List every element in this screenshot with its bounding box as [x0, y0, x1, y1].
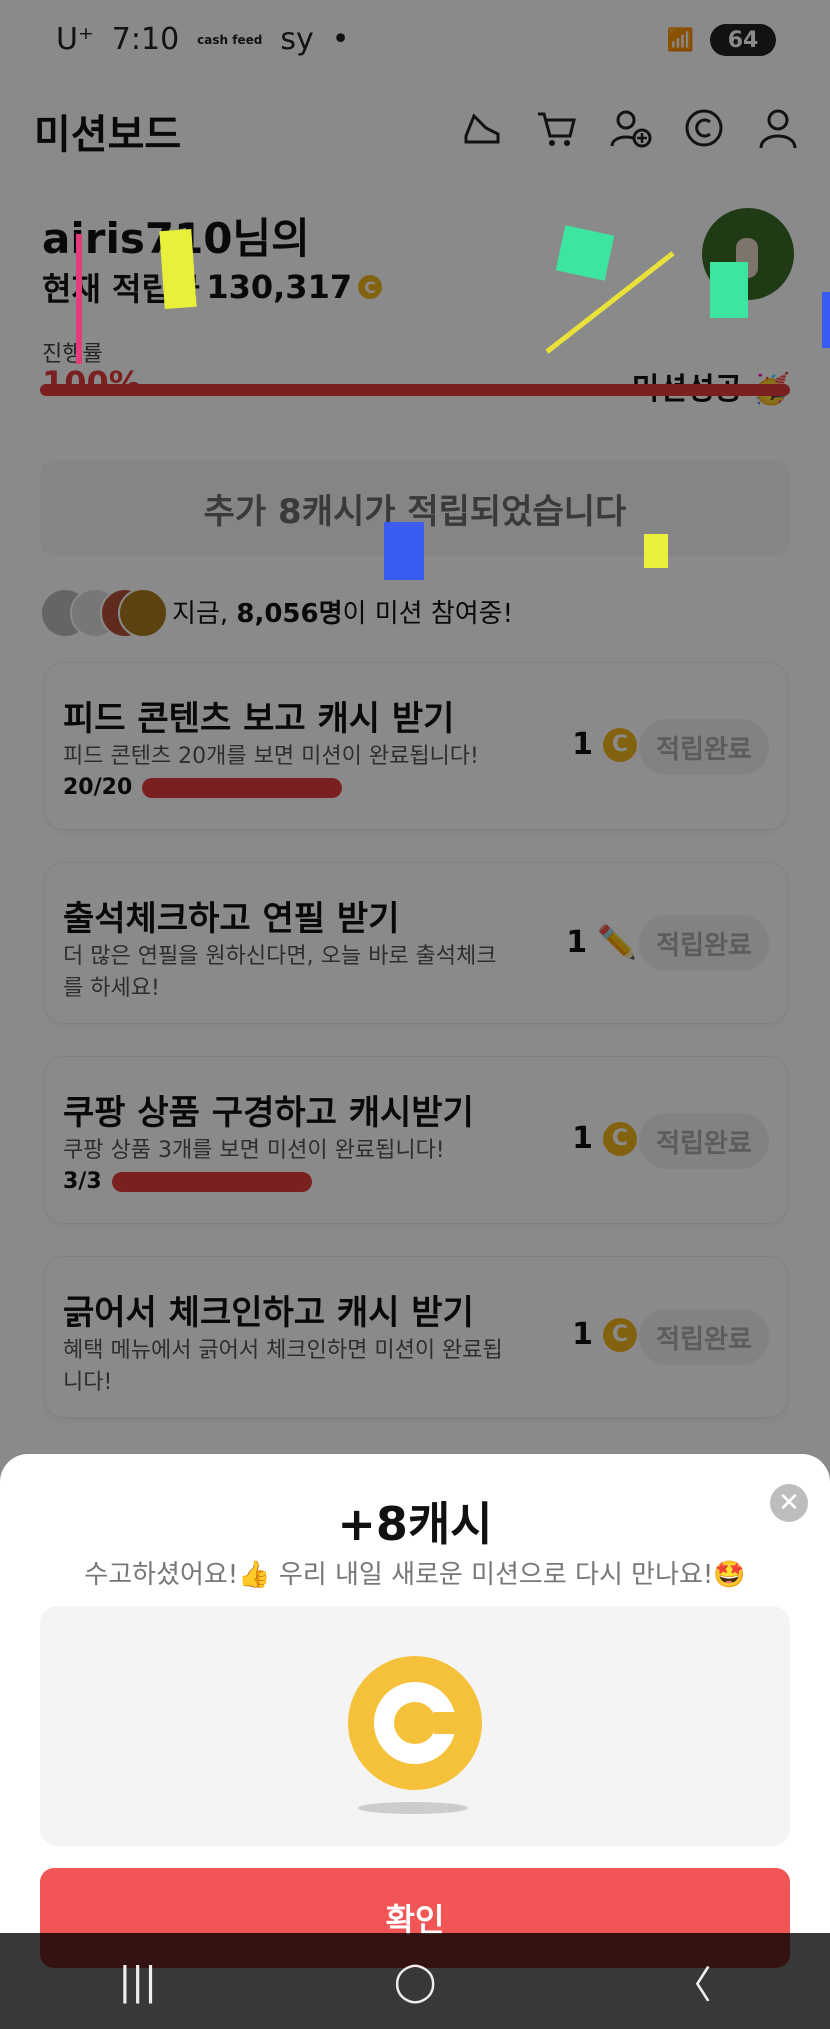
confetti-piece [644, 534, 668, 568]
confetti-piece [555, 225, 615, 281]
coin-illustration [40, 1606, 790, 1846]
confetti-piece [384, 522, 424, 580]
reward-amount: +8캐시 [337, 1497, 493, 1551]
home-button[interactable]: ◯ [394, 1959, 437, 2003]
confetti-piece [822, 292, 830, 348]
coin-shadow [358, 1802, 468, 1814]
close-icon[interactable]: ✕ [770, 1484, 808, 1522]
mission-board-screen: U⁺ 7:10 cash feed sy • 📶 64 미션보드 airis71… [0, 0, 830, 2029]
coin-icon [348, 1656, 482, 1790]
recent-apps-button[interactable]: ||| [119, 1959, 157, 2003]
confetti-piece [159, 228, 197, 310]
confetti-piece [76, 234, 82, 364]
reward-message: 수고하셨어요!👍 우리 내일 새로운 미션으로 다시 만나요!🤩 [84, 1560, 746, 1590]
system-nav-bar: ||| ◯ 〈 [0, 1933, 830, 2029]
back-button[interactable]: 〈 [673, 1954, 711, 2009]
confetti-piece [710, 262, 748, 318]
